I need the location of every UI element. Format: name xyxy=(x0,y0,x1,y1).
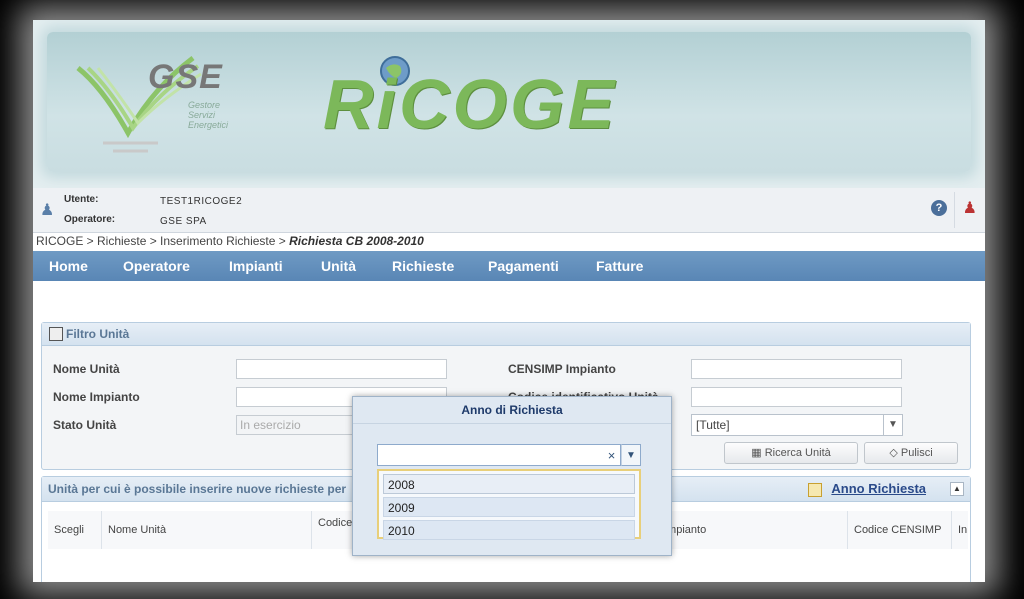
ricerca-unita-label: Ricerca Unità xyxy=(764,447,831,459)
user-value: TEST1RICOGE2 xyxy=(160,196,243,207)
nav-item-home[interactable]: Home xyxy=(49,258,88,274)
user-bar: ♟ Utente: TEST1RICOGE2 Operatore: GSE SP… xyxy=(33,188,985,233)
dialog-title: Anno di Richiesta xyxy=(353,397,671,424)
chevron-down-icon[interactable]: ▼ xyxy=(621,444,641,466)
anno-richiesta-link[interactable]: Anno Richiesta xyxy=(831,477,926,501)
option-2009[interactable]: 2009 xyxy=(383,497,635,517)
breadcrumb-path[interactable]: RICOGE > Richieste > Inserimento Richies… xyxy=(36,234,289,248)
nav-item-fatture[interactable]: Fatture xyxy=(596,258,643,274)
column-header-codice-censimp[interactable]: Codice CENSIMP xyxy=(848,511,952,549)
filter-icon xyxy=(49,327,63,341)
eraser-icon: ◇ xyxy=(889,447,898,459)
option-2010[interactable]: 2010 xyxy=(383,520,635,540)
help-icon[interactable]: ? xyxy=(931,200,947,216)
nav-item-impianti[interactable]: Impianti xyxy=(229,258,283,274)
nome-impianto-label: Nome Impianto xyxy=(53,390,140,404)
userbar-separator xyxy=(954,192,955,228)
gse-logo-text: GSE xyxy=(148,58,223,96)
stato-unita-label: Stato Unità xyxy=(53,418,117,432)
nav-item-operatore[interactable]: Operatore xyxy=(123,258,190,274)
breadcrumb-current: Richiesta CB 2008-2010 xyxy=(289,234,424,248)
nome-unita-input[interactable] xyxy=(236,359,447,379)
pulisci-button[interactable]: ◇ Pulisci xyxy=(864,442,958,464)
header-banner: GSE Gestore Servizi Energetici RiCOGE xyxy=(33,20,985,188)
pulisci-label: Pulisci xyxy=(900,447,933,459)
censimp-input[interactable] xyxy=(691,359,902,379)
tutte-select-value: [Tutte] xyxy=(696,418,730,432)
codice-unita-input[interactable] xyxy=(691,387,902,407)
anno-options-list: 2008 2009 2010 xyxy=(377,469,641,540)
logout-icon[interactable]: ♟ xyxy=(963,198,977,218)
nav-item-richieste[interactable]: Richieste xyxy=(392,258,454,274)
operator-value: GSE SPA xyxy=(160,216,207,227)
nav-item-unita[interactable]: Unità xyxy=(321,258,356,274)
building-icon: ▦ xyxy=(751,447,762,459)
user-icon: ♟ xyxy=(40,202,55,219)
anno-richiesta-dialog: Anno di Richiesta × ▼ 2008 2009 2010 xyxy=(352,396,672,556)
breadcrumb: RICOGE > Richieste > Inserimento Richies… xyxy=(36,234,424,248)
results-title: Unità per cui è possibile inserire nuove… xyxy=(48,482,347,496)
close-icon[interactable]: × xyxy=(603,444,621,466)
ricerca-unita-button[interactable]: ▦ Ricerca Unità xyxy=(724,442,858,464)
edit-icon xyxy=(808,483,822,497)
filter-panel-header: Filtro Unità xyxy=(42,323,970,346)
column-header-nome-unita[interactable]: Nome Unità xyxy=(102,511,312,549)
gse-logo-subtitle: Gestore Servizi Energetici xyxy=(188,100,229,130)
operator-label: Operatore: xyxy=(64,214,116,225)
tutte-select[interactable]: [Tutte] ▼ xyxy=(691,414,903,436)
app-title: RiCOGE xyxy=(323,65,618,143)
column-header-in[interactable]: In xyxy=(952,511,968,549)
column-header-impianto[interactable]: Impianto xyxy=(658,511,848,549)
column-header-scegli[interactable]: Scegli xyxy=(48,511,102,549)
main-nav: Home Operatore Impianti Unità Richieste … xyxy=(33,251,985,281)
censimp-label: CENSIMP Impianto xyxy=(508,362,616,376)
nav-item-pagamenti[interactable]: Pagamenti xyxy=(488,258,559,274)
user-label: Utente: xyxy=(64,194,99,205)
collapse-icon[interactable]: ▲ xyxy=(950,482,964,496)
chevron-down-icon[interactable]: ▼ xyxy=(883,415,902,435)
anno-combo-input[interactable] xyxy=(377,444,641,466)
option-2008[interactable]: 2008 xyxy=(383,474,635,494)
nome-unita-label: Nome Unità xyxy=(53,362,120,376)
filter-title: Filtro Unità xyxy=(66,327,130,341)
